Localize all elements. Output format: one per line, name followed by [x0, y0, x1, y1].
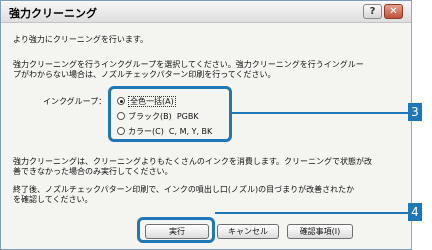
help-button[interactable]: ?: [363, 4, 382, 19]
confirm-button[interactable]: 確認事項(I): [287, 224, 353, 239]
title-bar: 強力クリーニング ? ✕: [1, 1, 411, 23]
cancel-button[interactable]: キャンセル: [217, 224, 279, 239]
callout-number-4: 4: [408, 203, 422, 221]
instruction-line-1: 強力クリーニングを行うインクグループを選択してください。強力クリーニングを行うイ…: [13, 60, 364, 69]
window-title: 強力クリーニング: [9, 7, 97, 20]
callout-frame-execute: [137, 217, 215, 243]
warning-line-2: 善できなかった場合のみ実行してください。: [13, 167, 173, 176]
callout-frame-ink-group: [108, 86, 232, 142]
callout-line-execute: [215, 212, 408, 214]
after-line-1: 終了後、ノズルチェックパターン印刷で、インクの噴出し口(ノズル)の目づまりが改善…: [13, 185, 355, 194]
after-line-2: を確認してください。: [13, 195, 93, 204]
callout-line-ink-group: [232, 112, 408, 114]
ink-group-label: インクグループ：: [43, 97, 107, 106]
intro-text: より強力にクリーニングを行います。: [13, 35, 149, 44]
warning-line-1: 強力クリーニングは、クリーニングよりもたくさんのインクを消費します。クリーニング…: [13, 157, 373, 166]
callout-number-3: 3: [408, 103, 422, 121]
instruction-line-2: プがわからない場合は、ノズルチェックパターン印刷を行ってください。: [13, 70, 276, 79]
close-button[interactable]: ✕: [384, 4, 403, 19]
